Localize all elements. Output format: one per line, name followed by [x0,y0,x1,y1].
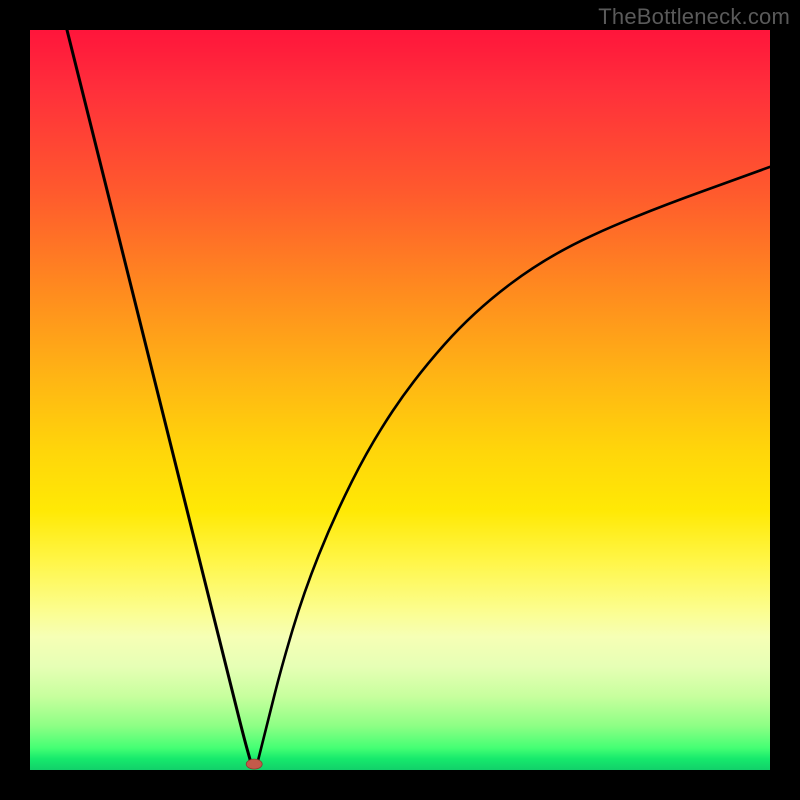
frame-left [0,0,30,800]
plot-area [30,30,770,770]
chart-curves [30,30,770,770]
curve-right-branch [258,167,770,761]
watermark-text: TheBottleneck.com [598,4,790,30]
frame-bottom [0,770,800,800]
minimum-marker [246,759,262,769]
curve-left-branch [67,30,251,761]
frame-right [770,0,800,800]
